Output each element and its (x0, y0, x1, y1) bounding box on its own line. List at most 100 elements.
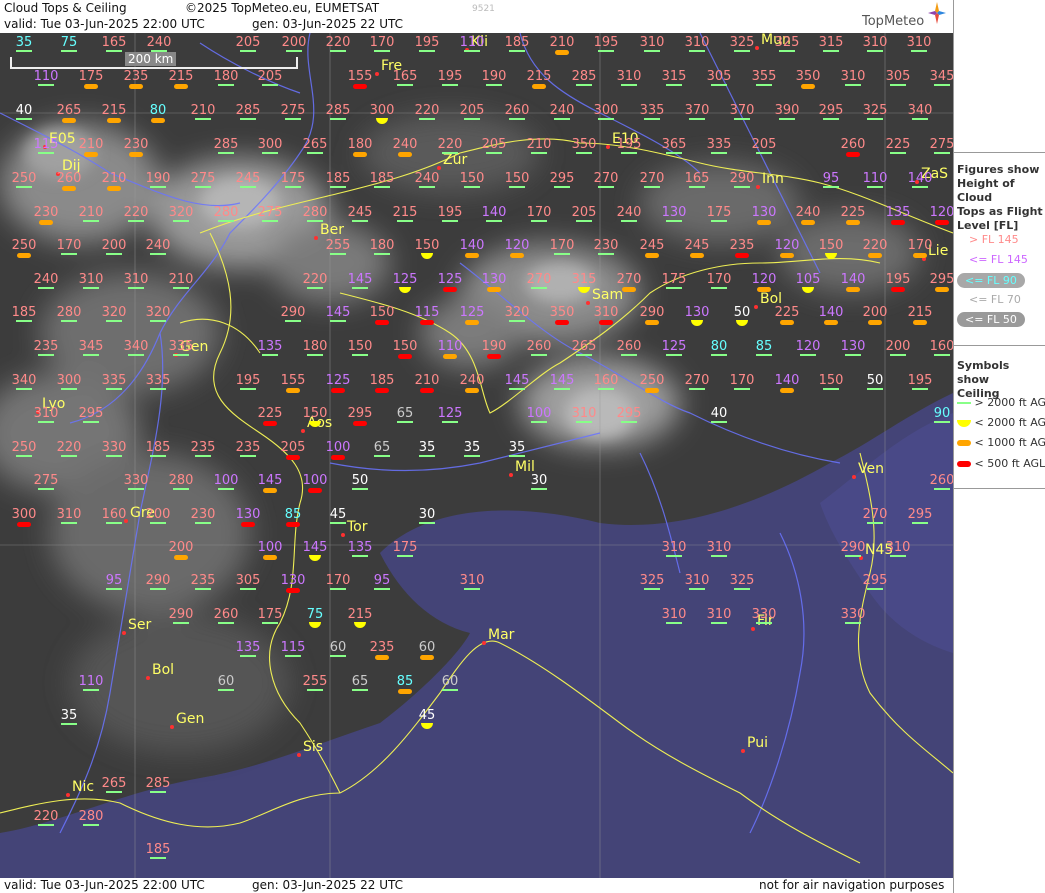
station-marker: 160 (930, 339, 953, 356)
city-label: Bol (152, 662, 174, 678)
ceiling-high-symbol (419, 455, 435, 457)
cloud-top-value: 130 (482, 272, 507, 287)
station-marker: 340 (124, 339, 148, 356)
city-label: Mar (488, 627, 515, 643)
station-marker: 185 (146, 440, 170, 457)
ceiling-high-symbol (38, 84, 54, 86)
ceiling-high-symbol (644, 118, 660, 120)
ceiling-below-1000-symbol (532, 84, 546, 89)
cloud-top-value: 320 (102, 305, 127, 320)
city-dot (754, 305, 758, 309)
station-marker: 200 (886, 339, 910, 356)
ceiling-below-1000-symbol (645, 388, 659, 393)
ceiling-high-symbol (307, 689, 323, 691)
cloud-top-value: 260 (527, 339, 552, 354)
ceiling-below-1000-symbol (868, 320, 882, 325)
ceiling-below-500-symbol (286, 455, 300, 460)
station-marker: 325 (775, 35, 799, 52)
ceiling-high-symbol (150, 388, 166, 390)
station-marker: 60 (330, 640, 346, 657)
ceiling-high-symbol (38, 152, 54, 154)
cloud-top-value: 340 (12, 373, 37, 388)
cloud-top-value: 235 (236, 440, 261, 455)
cloud-top-value: 210 (102, 171, 127, 186)
ceiling-below-1000-symbol (780, 388, 794, 393)
ceiling-below-1000-symbol (757, 287, 771, 292)
cloud-top-value: 140 (841, 272, 866, 287)
ceiling-high-symbol (150, 588, 166, 590)
ceiling-below-1000-symbol (465, 388, 479, 393)
city-label: Ven (858, 461, 884, 477)
ceiling-high-symbol (621, 84, 637, 86)
station-marker: 220 (415, 103, 439, 120)
station-marker: 310 (79, 272, 104, 289)
station-marker: 235 (236, 440, 261, 457)
ceiling-high-symbol (16, 320, 32, 322)
station-marker: 320 (169, 205, 193, 222)
ceiling-high-symbol (150, 522, 166, 524)
city-label: Sam (592, 287, 623, 303)
cloud-top-value: 140 (908, 171, 933, 186)
station-marker: 310 (572, 406, 596, 423)
city-dot (482, 641, 486, 645)
station-marker: 325 (730, 35, 754, 52)
ceiling-high-symbol (106, 455, 122, 457)
ceiling-high-symbol (330, 50, 346, 52)
station-marker: 190 (482, 69, 506, 86)
generated-time-text: gen: 03-Jun-2025 22 UTC (252, 17, 404, 31)
ceiling-high-symbol (486, 220, 502, 222)
ceiling-high-symbol (644, 588, 660, 590)
cloud-top-value: 95 (374, 573, 391, 588)
cloud-top-value: 175 (79, 69, 104, 84)
cloud-top-value: 175 (258, 607, 283, 622)
station-marker: 325 (640, 573, 664, 590)
ceiling-below-1000-symbol (465, 320, 479, 325)
cloud-top-value: 300 (370, 103, 395, 118)
ceiling-high-symbol (576, 421, 592, 423)
cloud-top-value: 310 (79, 272, 104, 287)
city-dot (301, 429, 305, 433)
city-label: Ber (320, 222, 344, 238)
ceiling-below-1000-symbol (846, 220, 860, 225)
ceiling-high-symbol (711, 220, 727, 222)
cloud-top-value: 310 (685, 573, 710, 588)
legend-level-item: <= FL 145 (954, 253, 1045, 266)
cloud-top-value: 100 (527, 406, 552, 421)
ceiling-high-symbol (509, 50, 525, 52)
ceiling-high-symbol (419, 186, 435, 188)
ceiling-high-symbol (576, 220, 592, 222)
cloud-tops-map[interactable]: Fre Kli Mun E05 E10 Dij Zür Inn ZaS Ber Lie Sam Bol G… (0, 33, 953, 878)
station-marker: 270 (685, 373, 709, 390)
scale-bar-label: 200 km (125, 52, 177, 66)
station-marker: 305 (886, 69, 910, 86)
ceiling-high-symbol (576, 84, 592, 86)
city-label: Ser (128, 617, 152, 633)
station-marker: 200 (146, 507, 170, 524)
ceiling-high-symbol (621, 354, 637, 356)
ceiling-high-symbol (83, 421, 99, 423)
ceiling-high-symbol (598, 186, 614, 188)
cloud-top-value: 60 (218, 674, 235, 689)
station-marker: 320 (146, 305, 170, 322)
cloud-top-value: 220 (124, 205, 149, 220)
ceiling-below-500-symbol (263, 421, 277, 426)
legend-ceiling-item: < 500 ft AGL (954, 457, 1045, 470)
legend-level-item: <= FL 50 (954, 312, 1045, 327)
cloud-top-value: 310 (617, 69, 642, 84)
ceiling-below-1000-symbol (286, 388, 300, 393)
station-marker: 145 (326, 305, 350, 322)
ceiling-high-symbol (330, 118, 346, 120)
cloud-top-value: 160 (594, 373, 619, 388)
cloud-top-value: 235 (34, 339, 59, 354)
station-marker: 30 (531, 473, 547, 490)
station-marker: 215 (393, 205, 417, 222)
ceiling-high-symbol (867, 118, 883, 120)
ceiling-high-symbol (711, 421, 727, 423)
cloud-top-value: 295 (79, 406, 104, 421)
city-dot (170, 725, 174, 729)
ceiling-below-500-symbol (420, 320, 434, 325)
ceiling-high-symbol (912, 388, 928, 390)
station-marker: 390 (775, 103, 799, 120)
ceiling-high-symbol (531, 152, 547, 154)
map-canvas[interactable]: FreKli MunE05 E10Dij ZürInn ZaSBerLieSam BolG… (0, 33, 953, 878)
